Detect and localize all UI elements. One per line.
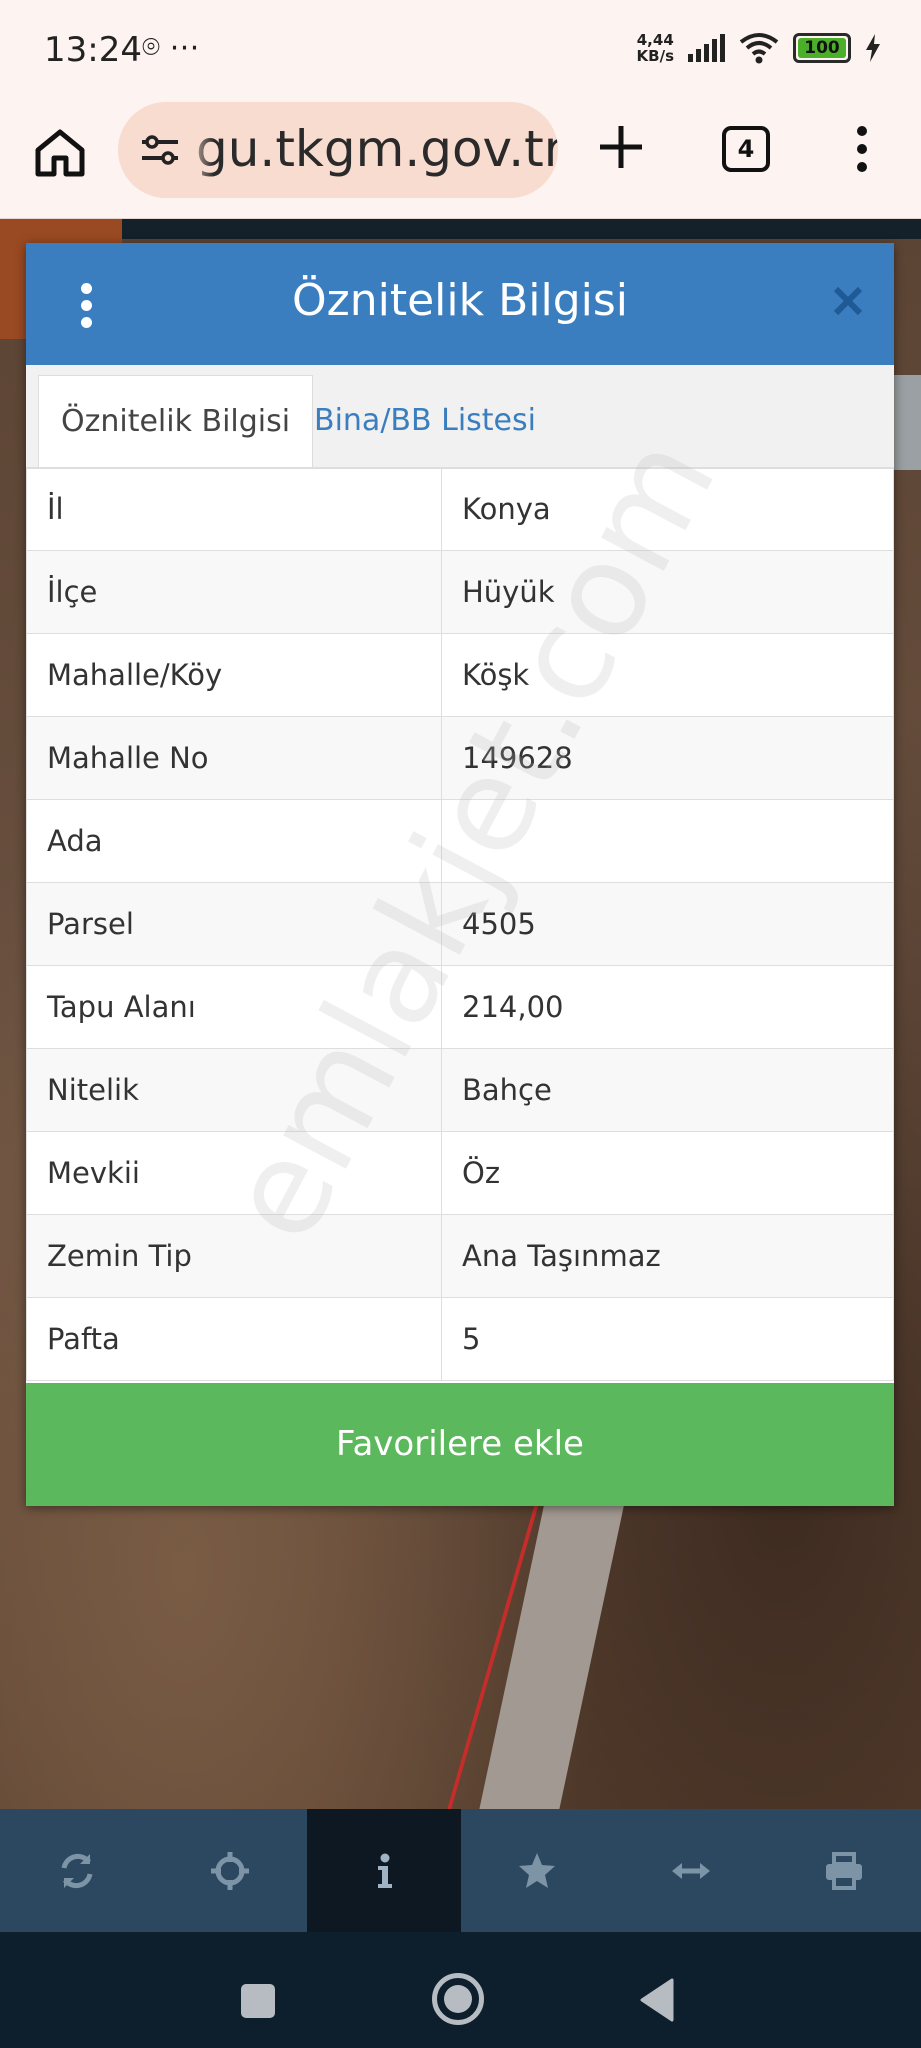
attribute-value: Köşk [441,633,894,717]
browser-bar: gu.tkgm.gov.tr 4 [0,100,921,219]
favorites-button[interactable] [461,1809,615,1932]
battery-level: 100 [804,38,840,58]
more-options-icon[interactable] [850,124,874,174]
recent-apps-button[interactable] [241,1984,275,2018]
dialog-tabs: Öznitelik Bilgisi Bina/BB Listesi [26,365,894,469]
attribute-value: 149628 [441,716,894,800]
attribute-value: Konya [441,467,894,551]
info-button[interactable] [307,1809,461,1932]
attribute-key: Pafta [26,1297,442,1381]
refresh-button[interactable] [0,1809,154,1932]
status-right: 4,44 KB/s 100 [637,32,881,64]
tab-switcher-button[interactable]: 4 [722,126,770,172]
attribute-row: Mevkii Öz [26,1131,894,1215]
attribute-key: İl [26,467,442,551]
home-nav-inner [444,1985,472,2013]
status-time: 13:24 [44,30,142,70]
notification-icons: ⌾ ⋯ [142,30,200,65]
attribute-value: 214,00 [441,965,894,1049]
dialog-header: Öznitelik Bilgisi [26,243,894,365]
crosshair-icon [211,1851,250,1890]
url-text: gu.tkgm.gov.tr [196,120,558,178]
tab-building-list[interactable]: Bina/BB Listesi [292,375,558,467]
attribute-row: İlçe Hüyük [26,550,894,634]
attribute-row: Nitelik Bahçe [26,1048,894,1132]
attribute-table: İl Konya İlçe Hüyük Mahalle/Köy Köşk Mahalle N… [26,467,894,1381]
attribute-key: İlçe [26,550,442,634]
attribute-row: İl Konya [26,467,894,551]
attribute-dialog: Öznitelik Bilgisi Öznitelik Bilgisi Bina… [26,243,894,1506]
attribute-key: Ada [26,799,442,883]
refresh-icon [61,1853,93,1888]
attribute-row: Tapu Alanı 214,00 [26,965,894,1049]
locate-button[interactable] [154,1809,308,1932]
status-bar: 13:24 ⌾ ⋯ 4,44 KB/s 100 [0,0,921,100]
battery-icon: 100 [793,33,851,63]
site-settings-icon[interactable] [138,130,182,170]
map-toolbar [0,1809,921,1932]
home-icon[interactable] [32,124,88,180]
charging-icon [866,34,880,62]
map-scroll-handle[interactable] [893,375,921,470]
attribute-key: Zemin Tip [26,1214,442,1298]
attribute-key: Mahalle/Köy [26,633,442,717]
attribute-row: Pafta 5 [26,1297,894,1381]
attribute-row: Zemin Tip Ana Taşınmaz [26,1214,894,1298]
measure-icon [671,1862,710,1879]
attribute-value: 5 [441,1297,894,1381]
attribute-row: Ada [26,799,894,883]
attribute-value: Hüyük [441,550,894,634]
info-icon [377,1853,392,1888]
dialog-title: Öznitelik Bilgisi [291,275,628,326]
measure-button[interactable] [614,1809,768,1932]
back-nav-icon[interactable] [636,1976,676,2024]
network-speed: 4,44 KB/s [637,32,674,64]
attribute-value: Bahçe [441,1048,894,1132]
attribute-key: Mahalle No [26,716,442,800]
signal-icon [688,34,725,62]
system-navigation-bar [0,1932,921,2048]
attribute-key: Parsel [26,882,442,966]
wifi-icon [739,33,779,64]
add-favorite-button[interactable]: Favorilere ekle [26,1383,894,1506]
attribute-key: Mevkii [26,1131,442,1215]
attribute-value: Öz [441,1131,894,1215]
map-area [122,219,921,239]
new-tab-icon[interactable] [596,122,646,172]
attribute-key: Tapu Alanı [26,965,442,1049]
address-bar[interactable]: gu.tkgm.gov.tr [118,102,558,198]
print-button[interactable] [768,1809,921,1932]
attribute-value: Ana Taşınmaz [441,1214,894,1298]
url-fade [184,102,214,198]
tab-attribute-info[interactable]: Öznitelik Bilgisi [38,375,314,468]
attribute-value: 4505 [441,882,894,966]
attribute-row: Mahalle/Köy Köşk [26,633,894,717]
attribute-key: Nitelik [26,1048,442,1132]
attribute-row: Mahalle No 149628 [26,716,894,800]
network-speed-value: 4,44 [636,31,674,49]
close-icon[interactable] [830,283,866,319]
star-icon [519,1852,556,1888]
print-icon [826,1851,863,1890]
attribute-row: Parsel 4505 [26,882,894,966]
network-speed-unit: KB/s [636,47,674,65]
attribute-value [441,799,894,883]
